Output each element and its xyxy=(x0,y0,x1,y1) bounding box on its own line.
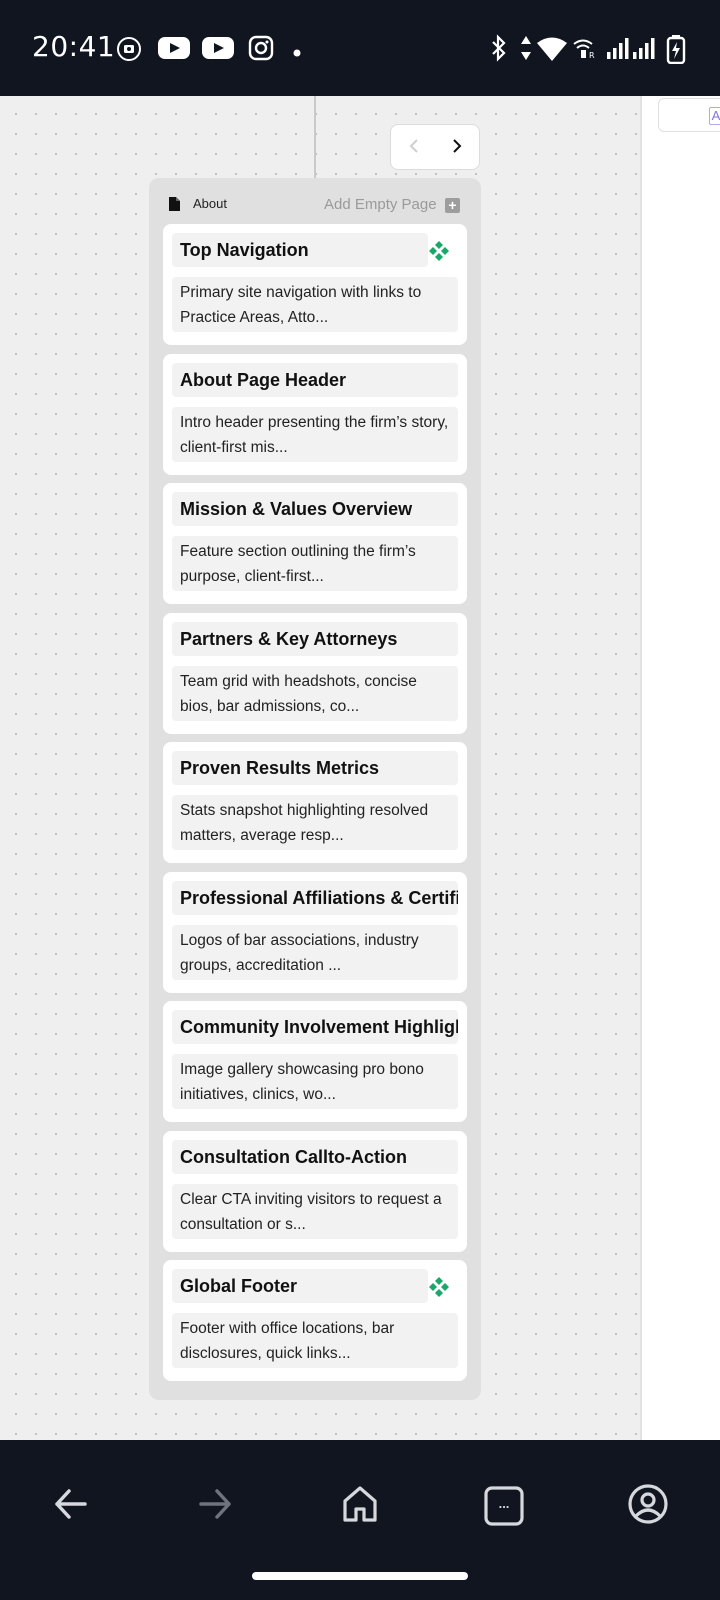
tabs-count: ... xyxy=(498,1496,510,1511)
connector-line xyxy=(314,96,316,178)
section-description: Logos of bar associations, industry grou… xyxy=(172,925,458,980)
section-description: Footer with office locations, bar disclo… xyxy=(172,1313,458,1368)
section-title: Professional Affiliations & Certificatio… xyxy=(172,881,458,915)
right-panel: A xyxy=(640,96,720,1440)
page-pager xyxy=(390,124,480,170)
home-button[interactable] xyxy=(330,1476,390,1536)
signal-icon xyxy=(632,36,656,65)
document-icon xyxy=(169,197,180,216)
page-column: About Add Empty Page + Top Navigation Pri… xyxy=(149,178,481,1400)
home-icon xyxy=(342,1485,378,1528)
section-card[interactable]: Consultation Callto-Action Clear CTA invi… xyxy=(163,1131,467,1252)
section-card[interactable]: Partners & Key Attorneys Team grid with h… xyxy=(163,613,467,734)
youtube-icon xyxy=(202,36,234,65)
section-card[interactable]: Global Footer Footer with office location… xyxy=(163,1260,467,1381)
vowifi-icon: R xyxy=(572,36,598,65)
canvas[interactable]: A About Add Empty Page + Top Navigation P… xyxy=(0,96,720,1440)
svg-text:R: R xyxy=(589,51,595,60)
section-card[interactable]: Top Navigation Primary site navigation wi… xyxy=(163,224,467,345)
section-title: Partners & Key Attorneys xyxy=(172,622,458,656)
page-name[interactable]: About xyxy=(193,196,227,211)
section-description: Image gallery showcasing pro bono initia… xyxy=(172,1054,458,1109)
section-card[interactable]: Community Involvement Highlights Image ga… xyxy=(163,1001,467,1122)
page-header: About Add Empty Page + xyxy=(149,178,481,224)
section-card[interactable]: Professional Affiliations & Certificatio… xyxy=(163,872,467,993)
section-title: Consultation Callto-Action xyxy=(172,1140,458,1174)
chevron-right-icon xyxy=(451,138,463,159)
tabs-button[interactable]: ... xyxy=(474,1476,534,1536)
global-component-icon[interactable] xyxy=(429,241,449,266)
battery-charging-icon xyxy=(666,34,686,69)
plus-icon[interactable]: + xyxy=(445,198,460,213)
right-panel-chip[interactable]: A xyxy=(658,98,720,132)
section-title: Proven Results Metrics xyxy=(172,751,458,785)
pager-prev-button[interactable] xyxy=(399,133,429,163)
section-title: Mission & Values Overview xyxy=(172,492,458,526)
section-description: Primary site navigation with links to Pr… xyxy=(172,277,458,332)
section-title: Global Footer xyxy=(172,1269,428,1303)
home-indicator[interactable] xyxy=(252,1572,468,1580)
section-description: Intro header presenting the firm’s story… xyxy=(172,407,458,462)
section-title: About Page Header xyxy=(172,363,458,397)
tabs-icon: ... xyxy=(484,1486,524,1526)
forward-button[interactable] xyxy=(185,1476,245,1536)
right-panel-chip-label: A xyxy=(709,107,720,125)
wifi-icon xyxy=(536,36,568,67)
section-title: Community Involvement Highlights xyxy=(172,1010,458,1044)
signal-icon xyxy=(606,36,630,65)
section-description: Clear CTA inviting visitors to request a… xyxy=(172,1184,458,1239)
section-description: Team grid with headshots, concise bios, … xyxy=(172,666,458,721)
status-time: 20:41 xyxy=(32,30,116,63)
bottom-nav: ... xyxy=(0,1440,720,1600)
chevron-left-icon xyxy=(408,138,420,159)
pager-next-button[interactable] xyxy=(442,133,472,163)
instagram-icon xyxy=(248,35,274,66)
account-icon xyxy=(628,1483,668,1529)
record-icon xyxy=(116,36,142,67)
section-card[interactable]: Proven Results Metrics Stats snapshot hig… xyxy=(163,742,467,863)
section-card[interactable]: Mission & Values Overview Feature section… xyxy=(163,483,467,604)
section-description: Feature section outlining the firm’s pur… xyxy=(172,536,458,591)
section-card[interactable]: About Page Header Intro header presenting… xyxy=(163,354,467,475)
back-button[interactable] xyxy=(41,1476,101,1536)
data-arrows-icon xyxy=(520,34,532,67)
section-title: Top Navigation xyxy=(172,233,428,267)
forward-icon xyxy=(197,1486,233,1527)
back-icon xyxy=(53,1486,89,1527)
account-button[interactable] xyxy=(618,1476,678,1536)
add-empty-page-button[interactable]: Add Empty Page xyxy=(324,196,437,213)
section-description: Stats snapshot highlighting resolved mat… xyxy=(172,795,458,850)
global-component-icon[interactable] xyxy=(429,1277,449,1302)
dot-icon xyxy=(293,44,301,62)
youtube-icon xyxy=(158,36,190,65)
bluetooth-icon xyxy=(488,34,510,67)
status-bar: 20:41 R xyxy=(0,0,720,96)
